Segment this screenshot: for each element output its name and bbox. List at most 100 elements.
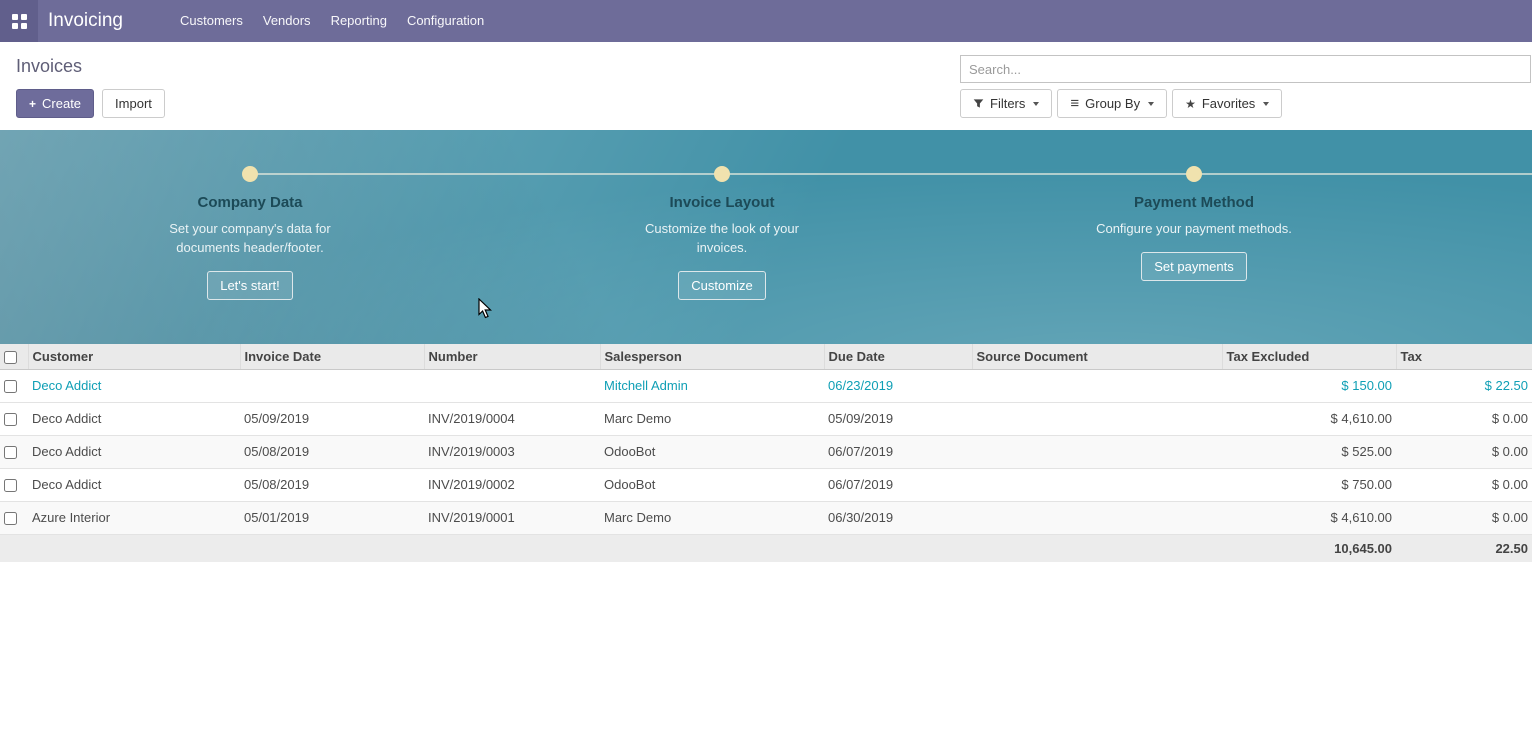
cell-invoice-date[interactable]: 05/01/2019 [240, 501, 424, 534]
table-row[interactable]: Deco Addict 05/09/2019 INV/2019/0004 Mar… [0, 402, 1532, 435]
page-title: Invoices [16, 56, 82, 77]
step-title: Payment Method [1034, 194, 1354, 211]
total-tax: 22.50 [1396, 534, 1532, 562]
cell-source-document[interactable] [972, 468, 1222, 501]
cell-invoice-date[interactable]: 05/08/2019 [240, 435, 424, 468]
progress-line [250, 173, 1532, 175]
step-dot-invoice-layout [714, 166, 730, 182]
row-checkbox[interactable] [4, 413, 17, 426]
favorites-label: Favorites [1202, 96, 1255, 111]
cell-tax-excluded[interactable]: $ 525.00 [1222, 435, 1396, 468]
table-row[interactable]: Azure Interior 05/01/2019 INV/2019/0001 … [0, 501, 1532, 534]
favorites-dropdown[interactable]: ★ Favorites [1172, 89, 1282, 118]
cell-tax-excluded[interactable]: $ 750.00 [1222, 468, 1396, 501]
step-title: Invoice Layout [562, 194, 882, 211]
step-dot-company-data [242, 166, 258, 182]
onboarding-step-invoice-layout: Invoice Layout Customize the look of you… [562, 194, 882, 300]
set-payments-button[interactable]: Set payments [1141, 252, 1247, 281]
import-button[interactable]: Import [102, 89, 165, 118]
customize-button[interactable]: Customize [678, 271, 765, 300]
cell-due-date[interactable]: 06/30/2019 [824, 501, 972, 534]
menu-configuration[interactable]: Configuration [397, 0, 494, 42]
apps-menu-button[interactable] [0, 0, 38, 42]
import-button-label: Import [115, 96, 152, 111]
apps-grid-icon [12, 14, 27, 29]
control-panel: Invoices + Create Import Filters ≡ Group… [0, 42, 1532, 130]
search-input[interactable] [960, 55, 1531, 83]
group-by-dropdown[interactable]: ≡ Group By [1057, 89, 1167, 118]
cell-salesperson[interactable]: OdooBot [600, 468, 824, 501]
cell-customer[interactable]: Deco Addict [28, 369, 240, 402]
cell-salesperson[interactable]: OdooBot [600, 435, 824, 468]
step-description: Configure your payment methods. [1064, 219, 1324, 238]
column-header-customer[interactable]: Customer [28, 344, 240, 369]
onboarding-step-company-data: Company Data Set your company's data for… [90, 194, 410, 300]
row-checkbox[interactable] [4, 512, 17, 525]
menu-reporting[interactable]: Reporting [321, 0, 397, 42]
cell-customer[interactable]: Azure Interior [28, 501, 240, 534]
cell-tax[interactable]: $ 0.00 [1396, 402, 1532, 435]
cell-due-date[interactable]: 06/07/2019 [824, 435, 972, 468]
cell-salesperson[interactable]: Marc Demo [600, 501, 824, 534]
cell-due-date[interactable]: 06/07/2019 [824, 468, 972, 501]
filters-dropdown[interactable]: Filters [960, 89, 1052, 118]
step-description: Customize the look of your invoices. [620, 219, 825, 257]
cell-due-date[interactable]: 06/23/2019 [824, 369, 972, 402]
row-checkbox[interactable] [4, 380, 17, 393]
cell-number[interactable]: INV/2019/0002 [424, 468, 600, 501]
column-header-tax[interactable]: Tax [1396, 344, 1532, 369]
row-select-cell [0, 369, 28, 402]
menu-vendors[interactable]: Vendors [253, 0, 321, 42]
column-header-salesperson[interactable]: Salesperson [600, 344, 824, 369]
cell-number[interactable]: INV/2019/0003 [424, 435, 600, 468]
cell-tax[interactable]: $ 0.00 [1396, 468, 1532, 501]
star-icon: ★ [1185, 98, 1196, 110]
column-header-source-document[interactable]: Source Document [972, 344, 1222, 369]
table-row[interactable]: Deco Addict Mitchell Admin 06/23/2019 $ … [0, 369, 1532, 402]
invoices-table: Customer Invoice Date Number Salesperson… [0, 344, 1532, 562]
table-footer-row: 10,645.00 22.50 [0, 534, 1532, 562]
table-row[interactable]: Deco Addict 05/08/2019 INV/2019/0003 Odo… [0, 435, 1532, 468]
table-row[interactable]: Deco Addict 05/08/2019 INV/2019/0002 Odo… [0, 468, 1532, 501]
select-all-checkbox[interactable] [4, 351, 17, 364]
table-header-row: Customer Invoice Date Number Salesperson… [0, 344, 1532, 369]
cell-invoice-date[interactable]: 05/09/2019 [240, 402, 424, 435]
cell-source-document[interactable] [972, 435, 1222, 468]
cell-tax[interactable]: $ 22.50 [1396, 369, 1532, 402]
cell-customer[interactable]: Deco Addict [28, 402, 240, 435]
cell-customer[interactable]: Deco Addict [28, 435, 240, 468]
column-header-number[interactable]: Number [424, 344, 600, 369]
create-button[interactable]: + Create [16, 89, 94, 118]
onboarding-banner: Company Data Set your company's data for… [0, 130, 1532, 344]
column-header-tax-excluded[interactable]: Tax Excluded [1222, 344, 1396, 369]
group-by-icon: ≡ [1070, 96, 1079, 111]
chevron-down-icon [1148, 102, 1154, 106]
cell-invoice-date[interactable] [240, 369, 424, 402]
column-header-invoice-date[interactable]: Invoice Date [240, 344, 424, 369]
cell-tax-excluded[interactable]: $ 4,610.00 [1222, 402, 1396, 435]
cell-number[interactable]: INV/2019/0004 [424, 402, 600, 435]
cell-salesperson[interactable]: Mitchell Admin [600, 369, 824, 402]
cell-tax[interactable]: $ 0.00 [1396, 501, 1532, 534]
cell-number[interactable]: INV/2019/0001 [424, 501, 600, 534]
app-title[interactable]: Invoicing [48, 10, 123, 32]
cell-source-document[interactable] [972, 369, 1222, 402]
cell-number[interactable] [424, 369, 600, 402]
cell-due-date[interactable]: 05/09/2019 [824, 402, 972, 435]
onboarding-step-payment-method: Payment Method Configure your payment me… [1034, 194, 1354, 281]
cell-salesperson[interactable]: Marc Demo [600, 402, 824, 435]
filter-funnel-icon [973, 98, 984, 109]
row-checkbox[interactable] [4, 479, 17, 492]
column-header-due-date[interactable]: Due Date [824, 344, 972, 369]
cell-source-document[interactable] [972, 402, 1222, 435]
lets-start-button[interactable]: Let's start! [207, 271, 293, 300]
cell-invoice-date[interactable]: 05/08/2019 [240, 468, 424, 501]
cell-tax-excluded[interactable]: $ 4,610.00 [1222, 501, 1396, 534]
menu-customers[interactable]: Customers [170, 0, 253, 42]
cell-source-document[interactable] [972, 501, 1222, 534]
cell-tax-excluded[interactable]: $ 150.00 [1222, 369, 1396, 402]
cell-tax[interactable]: $ 0.00 [1396, 435, 1532, 468]
row-select-cell [0, 435, 28, 468]
cell-customer[interactable]: Deco Addict [28, 468, 240, 501]
row-checkbox[interactable] [4, 446, 17, 459]
